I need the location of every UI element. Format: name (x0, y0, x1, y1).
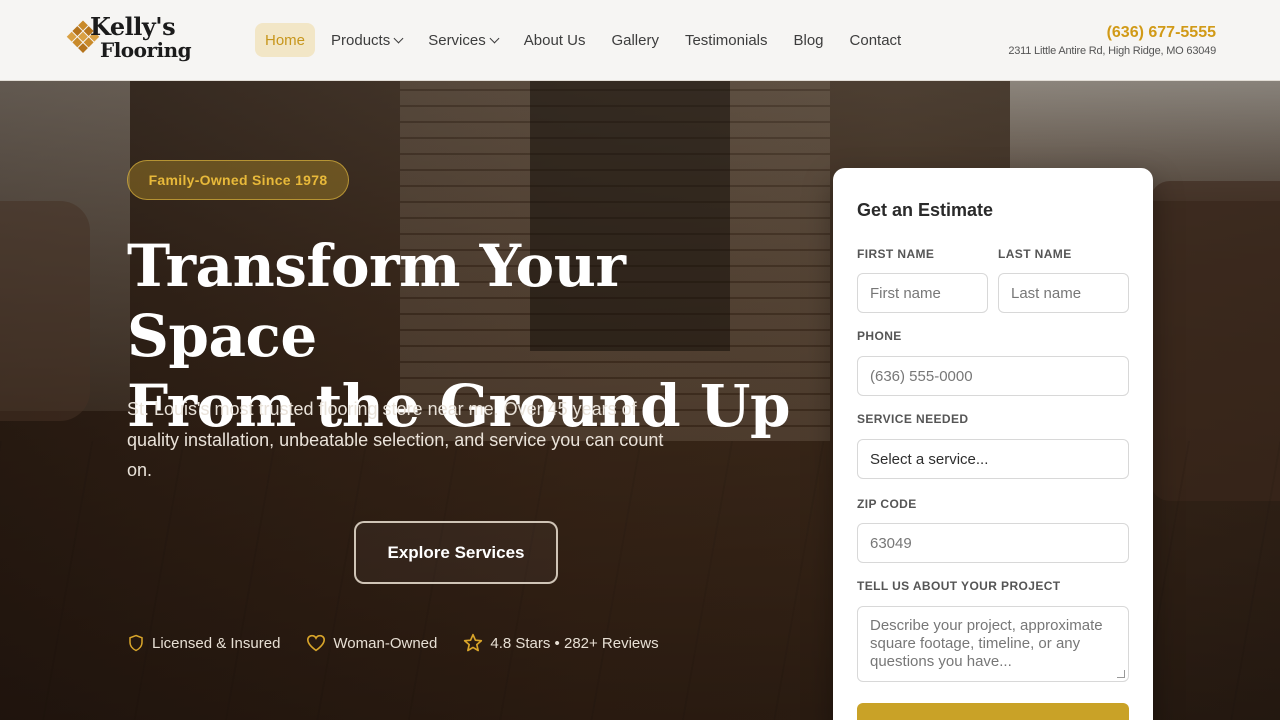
nav-label: Blog (793, 31, 824, 49)
nav-label: Gallery (611, 31, 659, 49)
site-header: Kelly's Flooring Home Products Services … (0, 0, 1280, 81)
hero-title-line1: Transform Your Space (127, 232, 626, 370)
nav-label: Contact (849, 31, 902, 49)
trust-item-reviews[interactable]: 4.8 Stars • 282+ Reviews (463, 633, 659, 653)
trust-badges: Licensed & Insured Woman-Owned 4.8 Stars… (127, 633, 685, 653)
main-nav: Home Products Services About Us Gallery … (255, 23, 917, 57)
trust-label: Woman-Owned (333, 634, 438, 652)
chevron-down-icon (489, 33, 500, 43)
first-name-input[interactable]: First name (857, 273, 988, 313)
hero-bg-chair (0, 201, 90, 421)
nav-item-blog[interactable]: Blog (784, 23, 834, 57)
address-text: 2311 Little Antire Rd, High Ridge, MO 63… (1008, 45, 1216, 57)
nav-label: Testimonials (684, 31, 768, 49)
phone-label: PHONE (857, 329, 902, 343)
last-name-input[interactable]: Last name (998, 273, 1129, 313)
project-label: TELL US ABOUT YOUR PROJECT (857, 579, 1061, 593)
nav-label: Home (265, 31, 306, 49)
nav-label: Products (331, 31, 391, 49)
zip-input[interactable]: 63049 (857, 523, 1129, 563)
nav-item-gallery[interactable]: Gallery (601, 23, 669, 57)
phone-input[interactable]: (636) 555-0000 (857, 356, 1129, 396)
phone-link[interactable]: (636) 677-5555 (1008, 24, 1216, 42)
service-select[interactable]: Select a service... (857, 439, 1129, 479)
chevron-down-icon (393, 33, 404, 43)
nav-item-home[interactable]: Home (255, 23, 316, 57)
last-name-label: LAST NAME (998, 247, 1072, 261)
trust-label: Licensed & Insured (152, 634, 281, 652)
trust-item-licensed: Licensed & Insured (127, 634, 280, 652)
header-contact: (636) 677-5555 2311 Little Antire Rd, Hi… (1008, 24, 1216, 57)
service-label: SERVICE NEEDED (857, 412, 969, 426)
project-textarea[interactable]: Describe your project, approximate squar… (857, 606, 1129, 682)
resize-handle-icon[interactable] (1117, 670, 1125, 678)
brand-name-line2: Flooring (100, 38, 192, 62)
hero-subtitle: St. Louis's most trusted flooring store … (127, 399, 664, 480)
trust-item-woman-owned: Woman-Owned (306, 634, 437, 652)
nav-item-products[interactable]: Products (321, 23, 412, 57)
family-owned-badge: Family-Owned Since 1978 (127, 160, 349, 200)
nav-label: Services (428, 31, 486, 49)
nav-item-contact[interactable]: Contact (840, 23, 912, 57)
trust-label: 4.8 Stars • 282+ Reviews (490, 634, 659, 652)
project-placeholder: Describe your project, approximate squar… (870, 617, 1103, 670)
zip-label: ZIP CODE (857, 497, 917, 511)
star-icon (464, 633, 483, 652)
submit-button[interactable] (857, 703, 1129, 720)
brand-name-line1: Kelly's (90, 12, 176, 41)
nav-item-services[interactable]: Services (418, 23, 508, 57)
estimate-form-card: Get an Estimate FIRST NAME LAST NAME Fir… (833, 168, 1153, 720)
heart-icon (307, 634, 326, 652)
brand-logo[interactable]: Kelly's Flooring (64, 12, 192, 70)
nav-item-about-us[interactable]: About Us (514, 23, 596, 57)
nav-item-testimonials[interactable]: Testimonials (675, 23, 778, 57)
shield-icon (129, 634, 143, 652)
nav-label: About Us (523, 31, 586, 49)
form-title: Get an Estimate (857, 200, 994, 220)
explore-services-button[interactable]: Explore Services (354, 521, 558, 584)
first-name-label: FIRST NAME (857, 247, 935, 261)
